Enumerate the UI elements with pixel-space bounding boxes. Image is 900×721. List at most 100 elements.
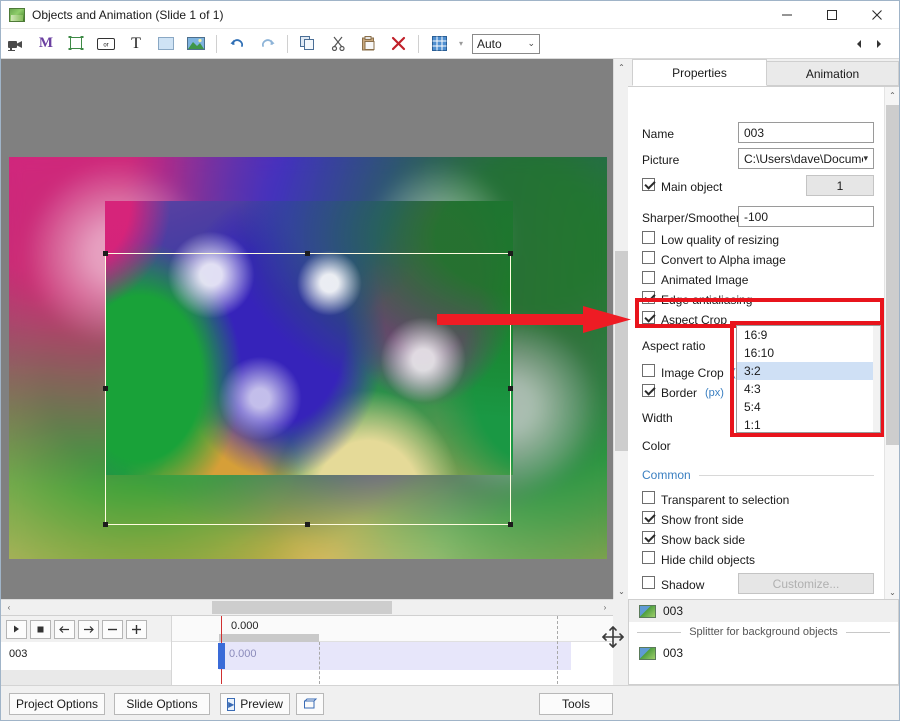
copy-icon[interactable] xyxy=(293,31,323,57)
scroll-left-icon[interactable]: ‹ xyxy=(1,600,17,616)
objects-list[interactable]: 003 Splitter for background objects 003 xyxy=(628,599,899,685)
dropdown-option-16-10[interactable]: 16:10 xyxy=(737,344,880,362)
aspect-ratio-dropdown-list[interactable]: 16:9 16:10 3:2 4:3 5:4 1:1 xyxy=(736,325,881,433)
zoom-out-button[interactable] xyxy=(102,620,123,639)
close-button[interactable] xyxy=(854,1,899,29)
video-camera-icon[interactable] xyxy=(1,31,31,57)
name-value: 003 xyxy=(744,126,764,140)
hscroll-track[interactable] xyxy=(17,600,597,616)
object-name: 003 xyxy=(663,604,683,618)
paste-icon[interactable] xyxy=(353,31,383,57)
edge-antialiasing-label: Edge antialiasing xyxy=(661,293,752,307)
minimize-button[interactable] xyxy=(764,1,809,29)
move-crosshair-icon[interactable] xyxy=(599,623,627,651)
timeline-playhead-grip[interactable] xyxy=(218,643,225,669)
text-tool-icon[interactable]: T xyxy=(121,31,151,57)
frame-icon[interactable] xyxy=(61,31,91,57)
common-section-label: Common xyxy=(642,468,691,482)
timeline-panel: 0.000 0.000 003 xyxy=(1,615,613,685)
dropdown-option-5-4[interactable]: 5:4 xyxy=(737,398,880,416)
slide-canvas[interactable] xyxy=(1,59,613,599)
picture-combo[interactable]: C:\Users\dave\Documen ▾ xyxy=(738,148,874,169)
zoom-combo[interactable]: Auto ⌄ xyxy=(472,34,540,54)
zoom-in-button[interactable] xyxy=(126,620,147,639)
prev-slide-button[interactable] xyxy=(849,31,869,57)
project-options-button[interactable]: Project Options xyxy=(9,693,105,715)
maximize-button[interactable] xyxy=(809,1,854,29)
toolbar-separator-2 xyxy=(287,35,288,53)
timeline-clip-time: 0.000 xyxy=(229,648,257,660)
timeline-ruler-block xyxy=(219,634,319,642)
scroll-up-icon[interactable]: ⌃ xyxy=(614,59,629,75)
fullscreen-toggle-button[interactable] xyxy=(296,693,324,715)
undo-icon[interactable] xyxy=(222,31,252,57)
dropdown-scrollbar[interactable] xyxy=(873,326,880,432)
customize-label: Customize... xyxy=(773,577,840,591)
main-object-label: Main object xyxy=(661,180,722,194)
svg-text:or: or xyxy=(103,42,108,48)
sharper-smoother-input[interactable]: -100 xyxy=(738,206,874,227)
list-item[interactable]: 003 xyxy=(629,642,898,664)
timeline-controls xyxy=(1,616,171,642)
aspect-ratio-label: Aspect ratio xyxy=(642,339,705,353)
stop-button[interactable] xyxy=(30,620,51,639)
balloons-image[interactable] xyxy=(9,157,607,559)
preview-button[interactable]: ▶ Preview xyxy=(220,693,290,715)
slide-nav xyxy=(849,31,899,57)
canvas-vscroll-thumb[interactable] xyxy=(615,251,628,451)
bottom-action-bar: Project Options Slide Options ▶ Preview … xyxy=(1,685,899,720)
redo-icon[interactable] xyxy=(252,31,282,57)
scroll-right-icon[interactable]: › xyxy=(597,600,613,616)
next-slide-button[interactable] xyxy=(869,31,889,57)
cut-icon[interactable] xyxy=(323,31,353,57)
name-input[interactable]: 003 xyxy=(738,122,874,143)
section-divider xyxy=(699,475,874,476)
image-sharp-region xyxy=(105,201,513,475)
main-object-value-button[interactable]: 1 xyxy=(806,175,874,196)
tab-animation[interactable]: Animation xyxy=(767,61,899,86)
dropdown-option-16-9[interactable]: 16:9 xyxy=(737,326,880,344)
dropdown-option-1-1[interactable]: 1:1 xyxy=(737,416,880,434)
row-animated-image: Animated Image xyxy=(628,269,884,291)
timeline-clip[interactable] xyxy=(219,642,571,670)
row-edge-antialiasing: Edge antialiasing xyxy=(628,289,884,311)
panel-scroll-up-icon[interactable]: ⌃ xyxy=(885,87,900,103)
timeline-divider xyxy=(171,616,172,686)
prev-key-button[interactable] xyxy=(54,620,75,639)
main-object-value: 1 xyxy=(837,179,844,193)
dropdown-option-4-3[interactable]: 4:3 xyxy=(737,380,880,398)
mask-m-icon[interactable]: M xyxy=(31,31,61,57)
border-unit: (px) xyxy=(705,387,724,399)
shadow-label: Shadow xyxy=(661,578,704,592)
rectangle-icon[interactable] xyxy=(151,31,181,57)
grid-dropdown-icon[interactable]: ▾ xyxy=(454,31,468,57)
tab-properties[interactable]: Properties xyxy=(632,59,767,86)
image-object-icon[interactable] xyxy=(181,31,211,57)
dropdown-option-3-2[interactable]: 3:2 xyxy=(737,362,880,380)
delete-icon[interactable] xyxy=(383,31,413,57)
play-button[interactable] xyxy=(6,620,27,639)
properties-scrollbar[interactable]: ⌃ ⌄ xyxy=(884,87,899,600)
canvas-horizontal-scrollbar[interactable]: ‹ › xyxy=(1,599,613,615)
tools-button[interactable]: Tools xyxy=(539,693,613,715)
panel-scroll-down-icon[interactable]: ⌄ xyxy=(885,584,900,600)
common-section-header: Common xyxy=(642,467,874,483)
scroll-down-icon[interactable]: ⌄ xyxy=(614,583,629,599)
canvas-vertical-scrollbar[interactable]: ⌃ ⌄ xyxy=(613,59,628,599)
customize-button[interactable]: Customize... xyxy=(738,573,874,594)
next-key-button[interactable] xyxy=(78,620,99,639)
chevron-down-icon: ⌄ xyxy=(527,38,535,49)
grid-icon[interactable] xyxy=(424,31,454,57)
image-crop-label: Image Crop xyxy=(661,366,724,380)
button-object-icon[interactable]: or xyxy=(91,31,121,57)
preview-play-icon: ▶ xyxy=(227,698,235,711)
list-item[interactable]: 003 xyxy=(629,600,898,622)
slide-options-button[interactable]: Slide Options xyxy=(114,693,210,715)
image-thumb-icon xyxy=(639,605,656,618)
convert-alpha-label: Convert to Alpha image xyxy=(661,253,786,267)
panel-scroll-thumb[interactable] xyxy=(886,105,899,445)
transparent-label: Transparent to selection xyxy=(661,493,789,507)
canvas-hscroll-thumb[interactable] xyxy=(212,601,392,614)
background-splitter: Splitter for background objects xyxy=(629,622,898,642)
app-image-icon xyxy=(9,8,25,22)
